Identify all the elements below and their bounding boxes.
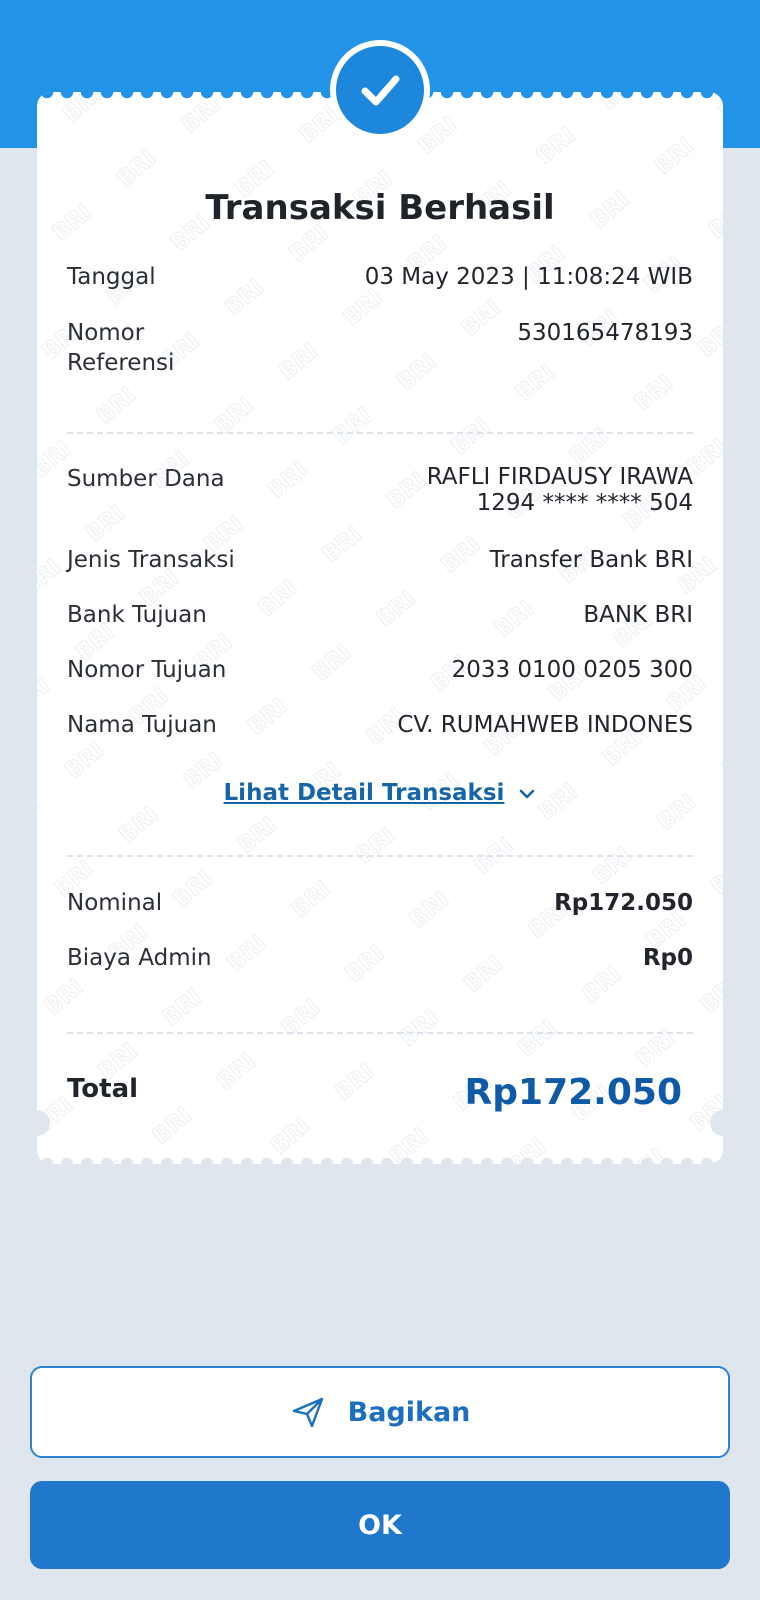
receipt-notch-left — [37, 1110, 50, 1136]
nama-tujuan-value: CV. RUMAHWEB INDONES — [397, 712, 693, 738]
page-title: Transaksi Berhasil — [205, 188, 555, 228]
success-badge-circle — [336, 46, 424, 134]
jenis-transaksi-value: Transfer Bank BRI — [489, 547, 693, 573]
nomor-tujuan-value: 2033 0100 0205 300 — [451, 657, 693, 683]
ok-button[interactable]: OK — [30, 1481, 730, 1569]
send-icon — [292, 1397, 323, 1428]
row-sumber-dana: Sumber Dana RAFLI FIRDAUSY IRAWA 1294 **… — [67, 464, 693, 516]
row-nama-tujuan: Nama Tujuan CV. RUMAHWEB INDONES — [67, 710, 693, 740]
check-icon — [361, 75, 400, 106]
divider — [67, 855, 693, 857]
nama-tujuan-label: Nama Tujuan — [67, 712, 217, 738]
ok-button-label: OK — [358, 1509, 402, 1541]
nomor-referensi-label: Nomor Referensi — [67, 318, 174, 378]
row-nomor-tujuan: Nomor Tujuan 2033 0100 0205 300 — [67, 655, 693, 685]
tanggal-value: 03 May 2023 | 11:08:24 WIB — [364, 264, 693, 290]
row-jenis-transaksi: Jenis Transaksi Transfer Bank BRI — [67, 545, 693, 575]
receipt-notch-right — [710, 1110, 723, 1136]
share-button-label: Bagikan — [347, 1396, 471, 1428]
row-tanggal: Tanggal 03 May 2023 | 11:08:24 WIB — [67, 262, 693, 292]
nominal-label: Nominal — [67, 890, 163, 916]
sumber-dana-account: 1294 **** **** 504 — [476, 490, 693, 516]
nominal-value: Rp172.050 — [554, 890, 693, 916]
detail-transaction-link[interactable]: Lihat Detail Transaksi — [0, 780, 760, 806]
chevron-down-icon — [520, 789, 535, 798]
nomor-tujuan-label: Nomor Tujuan — [67, 657, 227, 683]
divider — [67, 1032, 693, 1034]
success-badge — [330, 40, 430, 140]
biaya-admin-value: Rp0 — [642, 945, 693, 971]
jenis-transaksi-label: Jenis Transaksi — [67, 547, 235, 573]
row-bank-tujuan: Bank Tujuan BANK BRI — [67, 600, 693, 630]
total-label: Total — [67, 1074, 139, 1104]
nomor-referensi-label-line2: Referensi — [67, 350, 175, 376]
row-nomor-referensi: Nomor Referensi 530165478193 — [67, 318, 693, 378]
row-biaya-admin: Biaya Admin Rp0 — [67, 943, 693, 973]
total-value: Rp172.050 — [464, 1072, 682, 1113]
bank-tujuan-label: Bank Tujuan — [67, 602, 207, 628]
sumber-dana-label: Sumber Dana — [67, 466, 225, 492]
row-nominal: Nominal Rp172.050 — [67, 888, 693, 918]
nomor-referensi-value: 530165478193 — [517, 320, 693, 346]
share-button[interactable]: Bagikan — [30, 1366, 730, 1458]
sumber-dana-name: RAFLI FIRDAUSY IRAWA — [426, 464, 693, 490]
divider — [67, 432, 693, 434]
bank-tujuan-value: BANK BRI — [583, 602, 693, 628]
nomor-referensi-label-line1: Nomor — [67, 320, 145, 346]
detail-transaction-link-label: Lihat Detail Transaksi — [223, 780, 505, 806]
receipt-scallop-bottom — [37, 1152, 723, 1164]
tanggal-label: Tanggal — [67, 264, 156, 290]
sumber-dana-value: RAFLI FIRDAUSY IRAWA 1294 **** **** 504 — [427, 464, 693, 516]
biaya-admin-label: Biaya Admin — [67, 945, 212, 971]
